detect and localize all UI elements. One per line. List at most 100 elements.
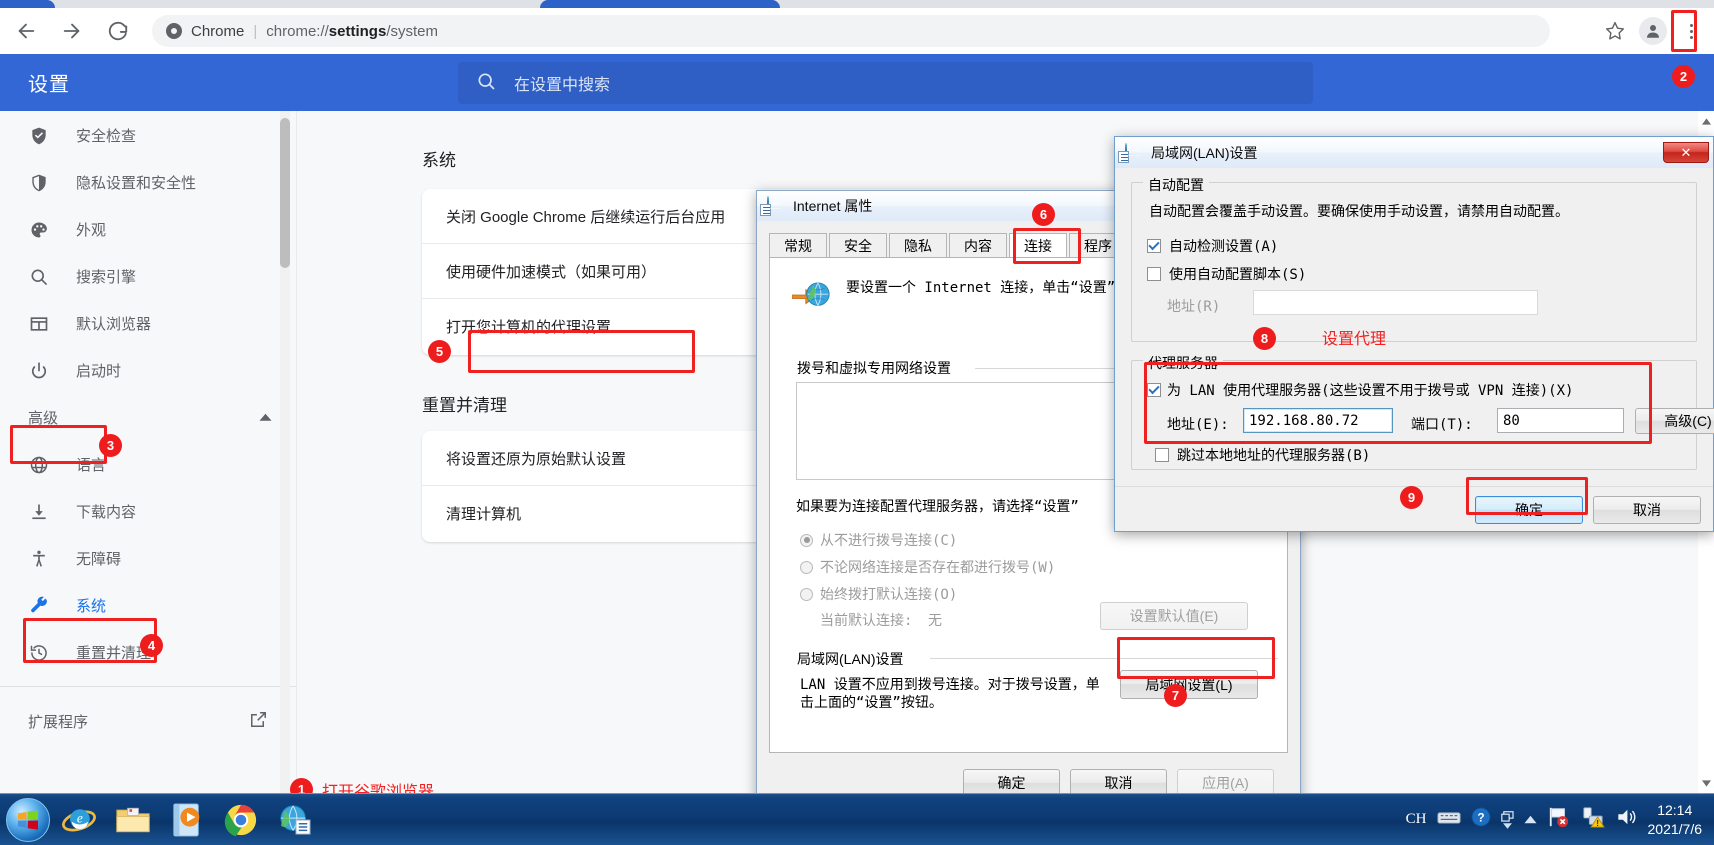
- page-title: 设置: [28, 74, 70, 96]
- browser-tab-left[interactable]: [0, 0, 55, 8]
- search-icon: [476, 71, 496, 96]
- sidebar-item-downloads[interactable]: 下载内容: [0, 488, 296, 535]
- use-auto-config-script-checkbox[interactable]: 使用自动配置脚本(S): [1147, 264, 1306, 284]
- three-dot-menu-icon[interactable]: [1674, 14, 1708, 48]
- search-placeholder: 在设置中搜索: [514, 77, 611, 94]
- script-address-input[interactable]: [1253, 290, 1538, 315]
- back-arrow-icon[interactable]: [6, 11, 46, 51]
- omnibox-url: chrome://settings/system: [266, 22, 438, 40]
- chrome-toolbar: Chrome | chrome://settings/system: [0, 8, 1714, 54]
- tab-general[interactable]: 常规: [769, 233, 827, 258]
- taskbar-item-internet-properties[interactable]: [270, 798, 320, 842]
- clock[interactable]: 12:14 2021/7/6: [1648, 801, 1703, 839]
- sidebar-item-search-engine[interactable]: 搜索引擎: [0, 253, 296, 300]
- bookmark-star-icon[interactable]: [1598, 14, 1632, 48]
- scroll-down-arrow-icon[interactable]: [1698, 775, 1714, 791]
- use-proxy-checkbox[interactable]: 为 LAN 使用代理服务器(这些设置不用于拨号或 VPN 连接)(X): [1147, 380, 1573, 400]
- lan-settings-titlebar[interactable]: 局域网(LAN)设置 ✕: [1115, 137, 1713, 168]
- sidebar-item-privacy-security[interactable]: 隐私设置和安全性: [0, 159, 296, 206]
- tab-connections[interactable]: 连接: [1009, 233, 1067, 258]
- help-icon[interactable]: ?: [1470, 807, 1491, 832]
- radio-never-dial[interactable]: 从不进行拨号连接(C): [800, 530, 957, 550]
- tab-privacy[interactable]: 隐私: [889, 233, 947, 258]
- lan-ok-button[interactable]: 确定: [1475, 496, 1583, 524]
- sidebar-item-appearance[interactable]: 外观: [0, 206, 296, 253]
- windows-taskbar: e CH ? ! 12:14 2021/7/6: [0, 793, 1714, 845]
- bypass-local-checkbox[interactable]: 跳过本地地址的代理服务器(B): [1155, 445, 1370, 465]
- sidebar-group-advanced[interactable]: 高级: [0, 394, 296, 441]
- address-bar[interactable]: Chrome | chrome://settings/system: [152, 15, 1550, 47]
- set-default-button[interactable]: 设置默认值(E): [1100, 602, 1248, 630]
- radio-dial-whenever[interactable]: 不论网络连接是否存在都进行拨号(W): [800, 557, 1055, 577]
- proxy-port-input[interactable]: 80: [1497, 408, 1624, 433]
- lan-settings-dialog: 局域网(LAN)设置 ✕ 自动配置 自动配置会覆盖手动设置。要确保使用手动设置，…: [1114, 136, 1714, 532]
- sidebar-item-label: 语言: [76, 457, 107, 474]
- search-input[interactable]: 在设置中搜索: [458, 62, 1313, 104]
- reload-icon[interactable]: [98, 11, 138, 51]
- annotation-marker-2: 2: [1672, 65, 1695, 88]
- shield-icon: [28, 172, 50, 194]
- section-heading-system: 系统: [422, 151, 456, 170]
- sidebar-item-default-browser[interactable]: 默认浏览器: [0, 300, 296, 347]
- lan-description: LAN 设置不应用到拨号连接。对于拨号设置，单 击上面的“设置”按钮。: [800, 677, 1100, 712]
- volume-icon[interactable]: [1615, 807, 1638, 832]
- search-icon: [28, 266, 50, 288]
- dialog-title: Internet 属性: [793, 198, 873, 214]
- lan-settings-button[interactable]: 局域网设置(L): [1120, 670, 1258, 699]
- sidebar-item-extensions[interactable]: 扩展程序: [0, 697, 296, 745]
- sidebar-item-system[interactable]: 系统: [0, 582, 296, 629]
- taskbar-item-internet-explorer[interactable]: e: [54, 798, 104, 842]
- show-hidden-icons-chevron[interactable]: [1523, 811, 1537, 829]
- globe-icon: [28, 454, 50, 476]
- lan-cancel-button[interactable]: 取消: [1593, 496, 1701, 524]
- browser-window-icon: [28, 313, 50, 335]
- auto-detect-settings-checkbox[interactable]: 自动检测设置(A): [1147, 236, 1278, 256]
- sidebar-divider: [0, 686, 296, 687]
- scroll-up-arrow-icon[interactable]: [1698, 113, 1714, 129]
- tab-security[interactable]: 安全: [829, 233, 887, 258]
- close-icon[interactable]: ✕: [1663, 142, 1709, 163]
- bypass-local-checkbox-box: [1155, 448, 1169, 462]
- network-warning-icon[interactable]: !: [1581, 806, 1605, 833]
- clock-date: 2021/7/6: [1647, 820, 1703, 837]
- sidebar-item-label: 隐私设置和安全性: [76, 175, 197, 192]
- lan-settings-icon: [1118, 142, 1143, 163]
- sidebar-item-accessibility[interactable]: 无障碍: [0, 535, 296, 582]
- auto-detect-settings-checkbox-box: [1147, 239, 1161, 253]
- download-icon: [28, 501, 50, 523]
- sidebar-item-on-startup[interactable]: 启动时: [0, 347, 296, 394]
- proxy-hint-text: 如果要为连接配置代理服务器，请选择“设置”: [796, 499, 1079, 515]
- open-in-new-icon: [249, 710, 268, 733]
- annotation-marker-5: 5: [428, 340, 451, 363]
- taskbar-item-media-player[interactable]: [162, 798, 212, 842]
- browser-tab-active[interactable]: [540, 0, 780, 8]
- sidebar-scrollbar-thumb[interactable]: [280, 118, 290, 268]
- taskbar-item-file-explorer[interactable]: [108, 798, 158, 842]
- proxy-advanced-button[interactable]: 高级(C): [1635, 408, 1714, 434]
- keyboard-icon[interactable]: [1436, 809, 1461, 831]
- auto-config-description: 自动配置会覆盖手动设置。要确保使用手动设置，请禁用自动配置。: [1149, 204, 1569, 220]
- windows-switch-icon[interactable]: [1500, 810, 1514, 829]
- tray-ime-indicator[interactable]: CH: [1406, 811, 1427, 828]
- omnibox-separator: |: [253, 22, 258, 40]
- proxy-address-label: 地址(E):: [1167, 417, 1229, 433]
- tab-content[interactable]: 内容: [949, 233, 1007, 258]
- sidebar-item-safety-check[interactable]: 安全检查: [0, 112, 296, 159]
- toolbar-right-actions: [1598, 14, 1714, 48]
- history-restore-icon: [28, 642, 50, 664]
- forward-arrow-icon[interactable]: [52, 11, 92, 51]
- chevron-up-icon: [259, 409, 272, 426]
- radio-always-dial-default[interactable]: 始终拨打默认连接(O): [800, 584, 957, 604]
- action-center-flag-icon[interactable]: [1547, 806, 1571, 833]
- taskbar-item-google-chrome[interactable]: [216, 798, 266, 842]
- annotation-marker-8: 8: [1253, 327, 1276, 350]
- proxy-port-label: 端口(T):: [1411, 417, 1473, 433]
- proxy-address-input[interactable]: 192.168.80.72: [1243, 408, 1393, 433]
- windows-start-orb[interactable]: [6, 797, 50, 842]
- annotation-label-set-proxy: 设置代理: [1322, 331, 1387, 348]
- sidebar-group-label: 高级: [28, 410, 59, 427]
- svg-text:!: !: [1596, 819, 1599, 828]
- radio-never-dial-indicator: [800, 533, 813, 547]
- sidebar-item-languages[interactable]: 语言: [0, 441, 296, 488]
- profile-avatar-icon[interactable]: [1636, 14, 1670, 48]
